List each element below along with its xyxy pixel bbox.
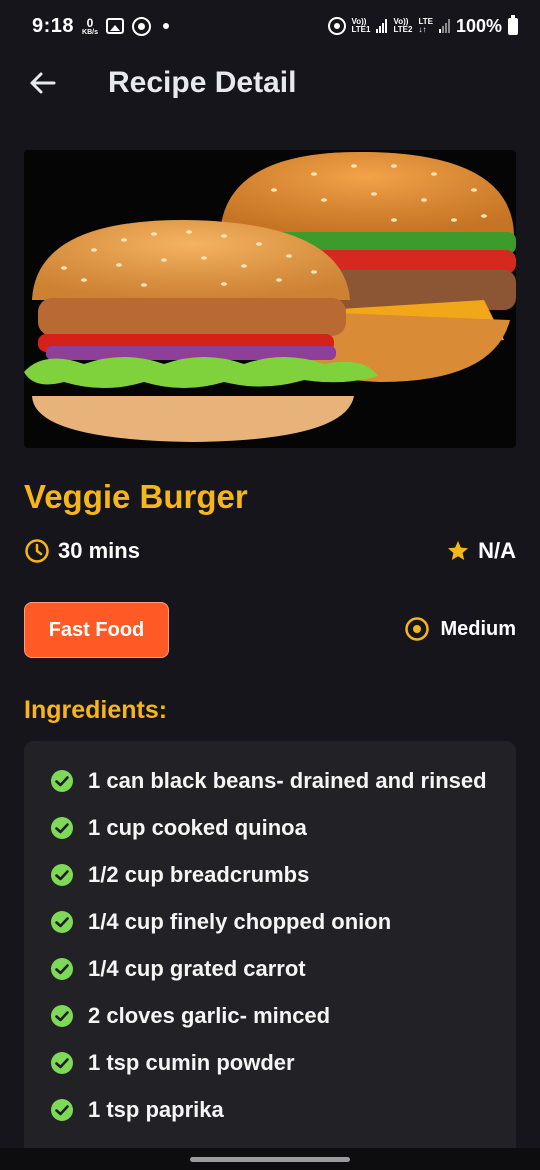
list-item: 1 can black beans- drained and rinsed: [50, 763, 496, 798]
battery-percentage: 100%: [455, 15, 502, 36]
recipe-detail-screen: 9:18 0 KB/s Vo)) LTE1 Vo)) LTE2 LTE ↓↑ 1…: [0, 0, 540, 1170]
clock-icon: [25, 539, 49, 563]
sim2-volte-label: Vo)) LTE2: [393, 18, 412, 34]
list-item: 1/2 cup breadcrumbs: [50, 857, 496, 892]
radio-target-icon: [405, 617, 430, 641]
check-circle-icon: [51, 911, 73, 933]
back-button[interactable]: [12, 53, 72, 113]
network-speed-unit: KB/s: [82, 28, 98, 36]
check-circle-icon: [51, 958, 73, 980]
list-item: 1 tsp paprika: [50, 1092, 496, 1127]
battery-icon: [508, 14, 518, 35]
system-navigation-bar: [0, 1148, 540, 1170]
status-bar-right: Vo)) LTE1 Vo)) LTE2 LTE ↓↑ 100%: [327, 14, 518, 37]
sim1-signal-icon: [376, 19, 388, 33]
ingredient-text: 1/4 cup grated carrot: [88, 956, 306, 981]
rating: N/A: [446, 538, 516, 564]
sim2-signal-icon: [438, 19, 450, 33]
sim1-volte-label: Vo)) LTE1: [352, 18, 371, 34]
check-circle-icon: [51, 1052, 73, 1074]
category-chip[interactable]: Fast Food: [24, 602, 169, 658]
ingredients-header: Ingredients:: [24, 696, 168, 724]
ingredients-list: 1 can black beans- drained and rinsed 1 …: [24, 741, 516, 1170]
network-speed: 0 KB/s: [82, 17, 98, 36]
cook-time: 30 mins: [24, 538, 140, 564]
network-speed-value: 0: [86, 15, 94, 30]
check-circle-icon: [51, 1099, 73, 1121]
status-time: 9:18: [32, 14, 75, 37]
ingredient-text: 1/2 cup breadcrumbs: [88, 862, 310, 887]
ingredient-text: 1 cup cooked quinoa: [88, 815, 307, 840]
ingredient-text: 1 tsp cumin powder: [88, 1050, 295, 1075]
list-item: 1/4 cup grated carrot: [50, 951, 496, 986]
ingredient-text: 1/4 cup finely chopped onion: [88, 909, 392, 934]
list-item: 1 tsp cumin powder: [50, 1045, 496, 1080]
whatsapp-notification-icon: [131, 16, 151, 36]
check-circle-icon: [51, 864, 73, 886]
status-bar-left: 9:18 0 KB/s: [32, 15, 169, 38]
sim1-volte-bottom: LTE1: [351, 25, 371, 34]
arrow-left-icon: [30, 72, 56, 94]
list-item: 2 cloves garlic- minced: [50, 998, 496, 1033]
recipe-image: [24, 150, 516, 448]
list-item: 1/4 cup finely chopped onion: [50, 904, 496, 939]
sim2-volte-bottom: LTE2: [393, 25, 413, 34]
difficulty: Medium: [404, 616, 516, 642]
page-title: Recipe Detail: [108, 66, 297, 99]
check-circle-icon: [51, 817, 73, 839]
star-icon: [448, 541, 469, 560]
data-arrows-icon: ↓↑: [418, 25, 427, 34]
rating-text: N/A: [478, 538, 516, 563]
gallery-notification-icon: [105, 18, 124, 34]
lte-data-icon: LTE ↓↑: [418, 18, 433, 34]
list-item: 1 cup cooked quinoa: [50, 810, 496, 845]
burger-illustration: [24, 151, 516, 442]
ingredient-text: 2 cloves garlic- minced: [88, 1003, 331, 1028]
check-circle-icon: [51, 1005, 73, 1027]
more-notifications-dot-icon: [162, 23, 169, 29]
home-gesture-handle[interactable]: [190, 1157, 350, 1162]
status-bar: 9:18 0 KB/s Vo)) LTE1 Vo)) LTE2 LTE ↓↑ 1…: [0, 0, 540, 52]
front-burger: [24, 220, 378, 442]
ingredient-text: 1 tsp paprika: [88, 1097, 224, 1122]
hotspot-icon: [327, 17, 346, 35]
check-circle-icon: [51, 770, 73, 792]
app-bar: Recipe Detail: [0, 52, 540, 114]
difficulty-text: Medium: [440, 617, 516, 640]
ingredient-text: 1 can black beans- drained and rinsed: [88, 768, 487, 793]
cook-time-text: 30 mins: [58, 538, 140, 563]
recipe-title: Veggie Burger: [24, 478, 248, 515]
